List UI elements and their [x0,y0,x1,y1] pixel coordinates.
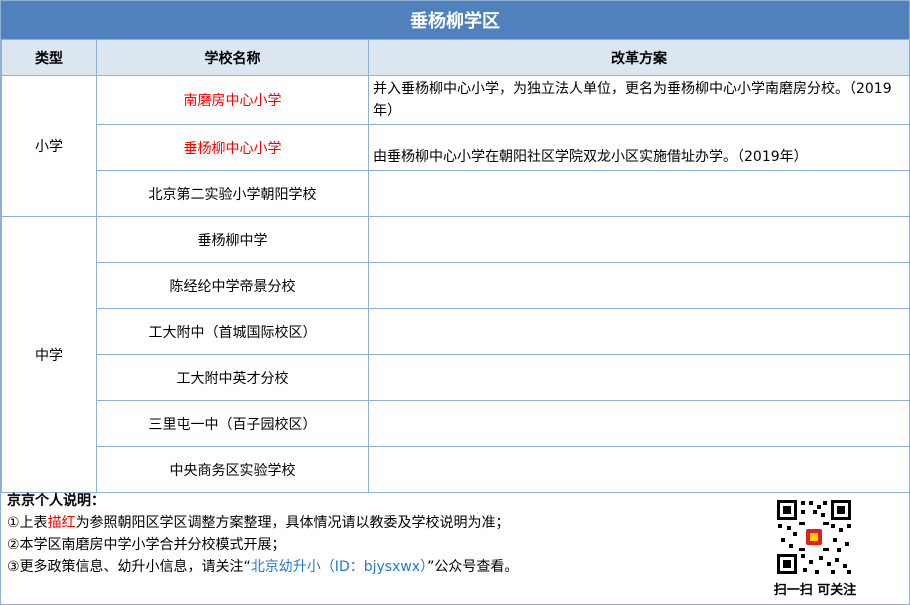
table-row: 小学 南磨房中心小学 并入垂杨柳中心小学，为独立法人单位，更名为垂杨柳中心小学南… [1,75,910,217]
school-cell: 中央商务区实验学校 [96,446,369,493]
qr-code-icon[interactable] [775,498,853,576]
table-row: 工大附中英才分校 [2,354,910,401]
school-cell: 工大附中（首城国际校区） [96,308,369,355]
school-cell: 陈经纶中学帝景分校 [96,262,369,309]
note-line-3: ③更多政策信息、幼升小信息，请关注“北京幼升小（ID：bjysxwx）”公众号查… [7,556,747,578]
note-line-2: ②本学区南磨房中学小学合并分校模式开展； [7,537,286,553]
table-header-row: 类型 学校名称 改革方案 [1,39,910,76]
table-row: 工大附中（首城国际校区） [2,308,910,355]
wechat-account-link[interactable]: 北京幼升小（ID：bjysxwx） [251,559,427,575]
header-plan: 改革方案 [368,39,910,76]
table-row: 陈经纶中学帝景分校 [2,262,910,309]
plan-cell: 由垂杨柳中心小学在朝阳社区学院双龙小区实施借址办学。（2019年） [368,124,910,171]
page-title: 垂杨柳学区 [1,1,909,39]
type-cell-primary: 小学 [1,75,97,217]
notes-heading: 京京个人说明： [7,493,105,509]
note-1-highlight: 描红 [47,515,76,531]
note-3-pre: ③更多政策信息、幼升小信息，请关注“ [7,559,251,575]
school-cell: 三里屯一中（百子园校区） [96,400,369,447]
table-row: 中央商务区实验学校 [2,446,910,493]
note-1-pre: ①上表 [7,515,48,531]
notes-section: 京京个人说明： ①上表描红为参照朝阳区学区调整方案整理，具体情况请以教委及学校说… [7,490,747,578]
plan-cell [368,216,910,263]
table-row: 垂杨柳中心小学 由垂杨柳中心小学在朝阳社区学院双龙小区实施借址办学。（2019年… [2,124,910,171]
header-school: 学校名称 [96,39,369,76]
qr-caption: 扫一扫 可关注 [773,583,857,598]
table-row: 三里屯一中（百子园校区） [2,400,910,447]
school-cell: 垂杨柳中心小学 [96,124,369,171]
school-cell: 工大附中英才分校 [96,354,369,401]
plan-cell [368,170,910,217]
plan-cell [368,446,910,493]
plan-cell [368,308,910,355]
plan-cell [368,262,910,309]
note-1-post: 为参照朝阳区学区调整方案整理，具体情况请以教委及学校说明为准； [75,515,510,531]
school-cell: 南磨房中心小学 [96,75,369,125]
plan-cell: 并入垂杨柳中心小学，为独立法人单位，更名为垂杨柳中心小学南磨房分校。（2019年… [368,75,910,125]
type-cell-middle: 中学 [1,216,97,493]
table-row: 北京第二实验小学朝阳学校 [2,170,910,217]
plan-cell [368,354,910,401]
note-3-post: ”公众号查看。 [427,559,519,575]
school-cell: 垂杨柳中学 [96,216,369,263]
header-type: 类型 [1,39,97,76]
table-row: 中学 垂杨柳中学 [1,216,910,493]
reform-table: 类型 学校名称 改革方案 小学 南磨房中心小学 并入垂杨柳中心小学，为独立法人单… [1,39,910,493]
qr-code-graphic [775,498,853,576]
school-cell: 北京第二实验小学朝阳学校 [96,170,369,217]
plan-cell [368,400,910,447]
note-line-1: ①上表描红为参照朝阳区学区调整方案整理，具体情况请以教委及学校说明为准； [7,512,747,534]
page-frame: 垂杨柳学区 类型 学校名称 改革方案 小学 南磨房中心小学 并入垂杨柳中心小学，… [0,0,910,605]
